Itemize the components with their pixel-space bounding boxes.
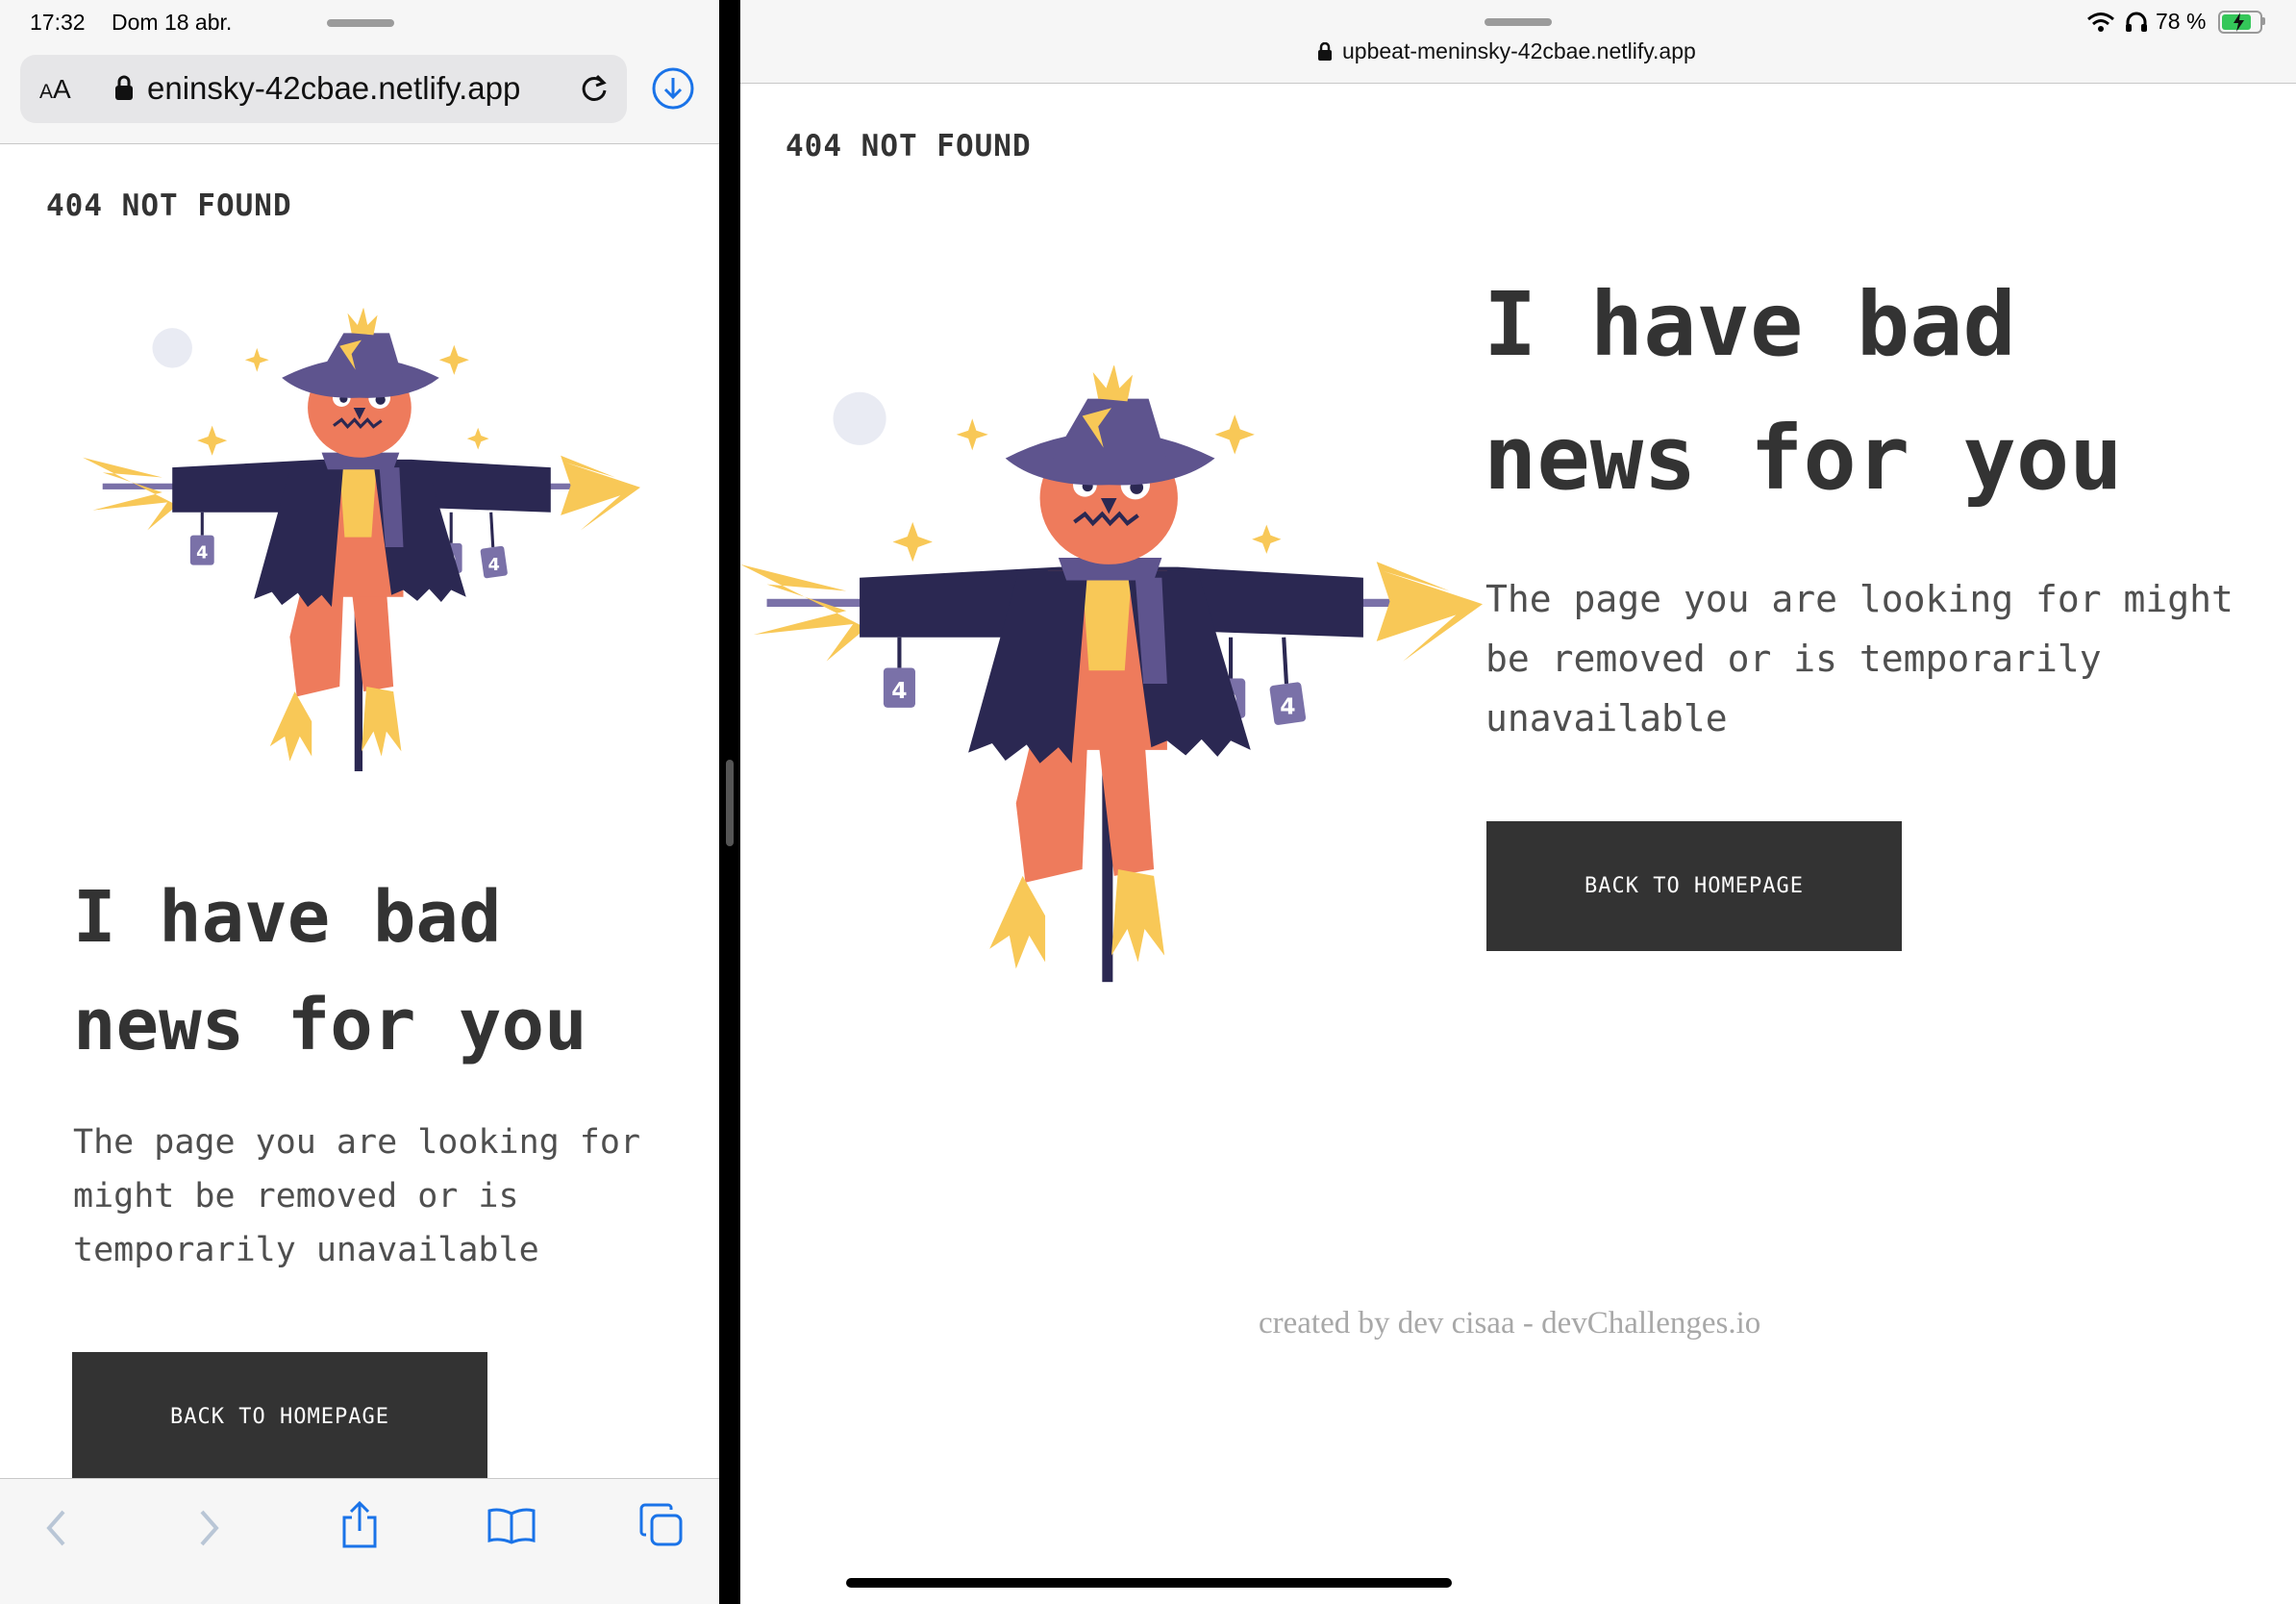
scarecrow-illustration	[83, 308, 640, 787]
not-found-label: 404 NOT FOUND	[786, 129, 1032, 163]
headline-line-1: I have bad	[1484, 273, 2016, 376]
status-date: Dom 18 abr.	[112, 10, 233, 35]
headline-line-1: I have bad	[73, 876, 502, 959]
window-grabber[interactable]	[327, 19, 394, 27]
headline: I have bad news for you	[73, 864, 587, 1079]
safari-bottom-toolbar	[0, 1478, 719, 1604]
share-icon[interactable]	[338, 1500, 381, 1550]
download-icon[interactable]	[651, 66, 695, 111]
reload-icon[interactable]	[578, 72, 611, 105]
battery-tip	[2261, 17, 2265, 25]
tabs-icon[interactable]	[638, 1502, 685, 1548]
headline: I have bad news for you	[1484, 258, 2123, 525]
url-text[interactable]: eninsky-42cbae.netlify.app	[147, 70, 520, 107]
back-icon[interactable]	[44, 1508, 67, 1548]
back-to-homepage-button[interactable]: BACK TO HOMEPAGE	[1486, 821, 1902, 951]
charging-bolt-icon	[2234, 13, 2244, 32]
battery-icon	[2218, 11, 2262, 34]
battery-percent: 78 %	[2156, 9, 2207, 34]
address-bar[interactable]: AA eninsky-42cbae.netlify.app	[20, 55, 627, 123]
lock-icon	[115, 75, 133, 100]
home-indicator[interactable]	[846, 1578, 1452, 1588]
back-to-homepage-button[interactable]: BACK TO HOMEPAGE	[72, 1352, 487, 1482]
left-browser-window: 17:32 Dom 18 abr. AA eninsky-42cbae.netl…	[0, 0, 719, 1604]
url-text[interactable]: upbeat-meninsky-42cbae.netlify.app	[1342, 38, 1696, 64]
status-time: 17:32	[30, 10, 86, 35]
forward-icon[interactable]	[198, 1508, 221, 1548]
lock-icon	[1318, 42, 1332, 61]
not-found-label: 404 NOT FOUND	[46, 188, 292, 223]
wifi-icon	[2087, 13, 2114, 32]
headphones-icon	[2126, 12, 2147, 32]
text-size-button[interactable]: AA	[39, 74, 71, 105]
footer-credit[interactable]: created by dev cisaa - devChallenges.io	[1259, 1306, 1760, 1341]
right-browser-toolbar: 78 % upbeat-meninsky-42cbae.netlify.app	[740, 0, 2296, 84]
headline-line-2: news for you	[1484, 407, 2123, 510]
description-text: The page you are looking for might be re…	[73, 1123, 641, 1269]
bookmarks-icon[interactable]	[487, 1506, 537, 1544]
description-text: The page you are looking for might be re…	[1485, 578, 2234, 739]
window-grabber[interactable]	[1485, 18, 1552, 26]
scarecrow-illustration	[740, 365, 1483, 1002]
headline-line-2: news for you	[73, 984, 587, 1066]
right-browser-window: 78 % upbeat-meninsky-42cbae.netlify.app …	[740, 0, 2296, 1604]
split-view-handle[interactable]	[726, 760, 734, 846]
left-browser-toolbar: 17:32 Dom 18 abr. AA eninsky-42cbae.netl…	[0, 0, 719, 144]
